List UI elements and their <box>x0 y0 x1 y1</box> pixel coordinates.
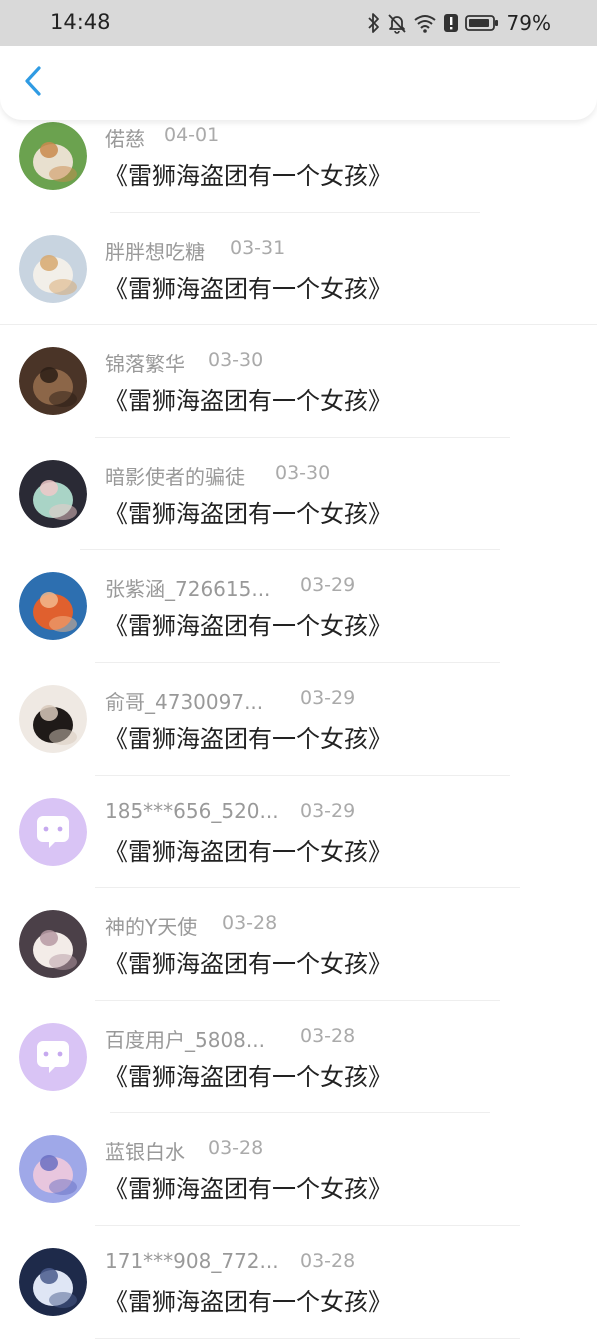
user-name[interactable]: 胖胖想吃糖 <box>105 236 205 265</box>
nav-bar <box>0 46 597 120</box>
book-title[interactable]: 《雷狮海盗团有一个女孩》 <box>104 832 392 867</box>
comment-item[interactable]: 俞哥_4730097... 03-29 《雷狮海盗团有一个女孩》 <box>0 663 597 776</box>
user-avatar[interactable] <box>19 797 87 866</box>
book-title[interactable]: 《雷狮海盗团有一个女孩》 <box>104 269 392 304</box>
user-avatar[interactable] <box>19 347 87 416</box>
book-title[interactable]: 《雷狮海盗团有一个女孩》 <box>104 1057 392 1092</box>
comment-item[interactable]: 张紫涵_726615... 03-29 《雷狮海盗团有一个女孩》 <box>0 550 597 663</box>
default-avatar-icon <box>19 1022 87 1091</box>
comment-date: 03-29 <box>300 574 356 597</box>
comment-date: 03-28 <box>208 1137 264 1160</box>
avatar-image <box>19 1135 87 1204</box>
back-arrow-icon <box>23 64 45 102</box>
comment-date: 03-30 <box>208 349 264 372</box>
comment-item[interactable]: 胖胖想吃糖 03-31 《雷狮海盗团有一个女孩》 <box>0 213 597 326</box>
comment-date: 03-29 <box>300 799 356 822</box>
avatar-image <box>19 1247 87 1316</box>
alert-icon <box>443 12 459 34</box>
user-avatar[interactable] <box>19 122 87 190</box>
user-name[interactable]: 俞哥_4730097... <box>105 686 263 715</box>
avatar-image <box>19 234 87 303</box>
user-name[interactable]: 185***656_520... <box>105 799 279 823</box>
avatar-image <box>19 684 87 753</box>
comment-date: 03-28 <box>300 1249 356 1272</box>
battery-icon <box>464 12 499 34</box>
user-avatar[interactable] <box>19 1022 87 1091</box>
book-title[interactable]: 《雷狮海盗团有一个女孩》 <box>104 719 392 754</box>
user-avatar[interactable] <box>19 234 87 303</box>
book-title[interactable]: 《雷狮海盗团有一个女孩》 <box>104 381 392 416</box>
mute-icon <box>387 12 407 34</box>
book-title[interactable]: 《雷狮海盗团有一个女孩》 <box>104 156 392 191</box>
comment-list: 偌慈 04-01 《雷狮海盗团有一个女孩》 胖胖想吃糖 03-31 《雷狮海盗团有一个女孩… <box>0 100 597 1339</box>
default-avatar-icon <box>19 797 87 866</box>
comment-item[interactable]: 锦落繁华 03-30 《雷狮海盗团有一个女孩》 <box>0 325 597 438</box>
user-avatar[interactable] <box>19 1247 87 1316</box>
status-icons: 79% <box>367 10 551 36</box>
book-title[interactable]: 《雷狮海盗团有一个女孩》 <box>104 944 392 979</box>
comment-item[interactable]: 神的Y天使 03-28 《雷狮海盗团有一个女孩》 <box>0 888 597 1001</box>
book-title[interactable]: 《雷狮海盗团有一个女孩》 <box>104 606 392 641</box>
user-name[interactable]: 暗影使者的骗徒 <box>105 461 245 490</box>
comment-date: 03-28 <box>300 1024 356 1047</box>
avatar-image <box>19 122 87 190</box>
wifi-icon <box>413 12 437 34</box>
user-avatar[interactable] <box>19 459 87 528</box>
avatar-image <box>19 910 87 979</box>
comment-item[interactable]: 蓝银白水 03-28 《雷狮海盗团有一个女孩》 <box>0 1113 597 1226</box>
avatar-image <box>19 572 87 641</box>
comment-item[interactable]: 185***656_520... 03-29 《雷狮海盗团有一个女孩》 <box>0 776 597 889</box>
user-name[interactable]: 偌慈 <box>105 123 145 152</box>
user-avatar[interactable] <box>19 1135 87 1204</box>
avatar-image <box>19 459 87 528</box>
comment-item[interactable]: 171***908_772... 03-28 《雷狮海盗团有一个女孩》 <box>0 1226 597 1339</box>
comment-item[interactable]: 暗影使者的骗徒 03-30 《雷狮海盗团有一个女孩》 <box>0 438 597 551</box>
book-title[interactable]: 《雷狮海盗团有一个女孩》 <box>104 1282 392 1317</box>
comment-date: 03-29 <box>300 686 356 709</box>
user-name[interactable]: 张紫涵_726615... <box>105 573 270 602</box>
back-button[interactable] <box>12 60 56 106</box>
user-name[interactable]: 锦落繁华 <box>105 348 185 377</box>
battery-percent: 79% <box>506 11 551 35</box>
avatar-image <box>19 347 87 416</box>
book-title[interactable]: 《雷狮海盗团有一个女孩》 <box>104 494 392 529</box>
user-name[interactable]: 神的Y天使 <box>105 911 197 940</box>
user-name[interactable]: 171***908_772... <box>105 1249 279 1273</box>
comment-date: 03-30 <box>275 461 331 484</box>
user-avatar[interactable] <box>19 910 87 979</box>
comment-date: 03-31 <box>230 236 286 259</box>
user-avatar[interactable] <box>19 572 87 641</box>
user-name[interactable]: 百度用户_5808... <box>105 1024 265 1053</box>
status-time: 14:48 <box>50 10 111 34</box>
comment-item[interactable]: 百度用户_5808... 03-28 《雷狮海盗团有一个女孩》 <box>0 1001 597 1114</box>
comment-date: 04-01 <box>164 124 220 146</box>
row-divider <box>95 1337 520 1339</box>
bluetooth-icon <box>367 12 381 34</box>
user-name[interactable]: 蓝银白水 <box>105 1136 185 1165</box>
user-avatar[interactable] <box>19 684 87 753</box>
comment-date: 03-28 <box>222 912 278 935</box>
book-title[interactable]: 《雷狮海盗团有一个女孩》 <box>104 1169 392 1204</box>
status-bar: 14:48 79% <box>0 0 597 46</box>
